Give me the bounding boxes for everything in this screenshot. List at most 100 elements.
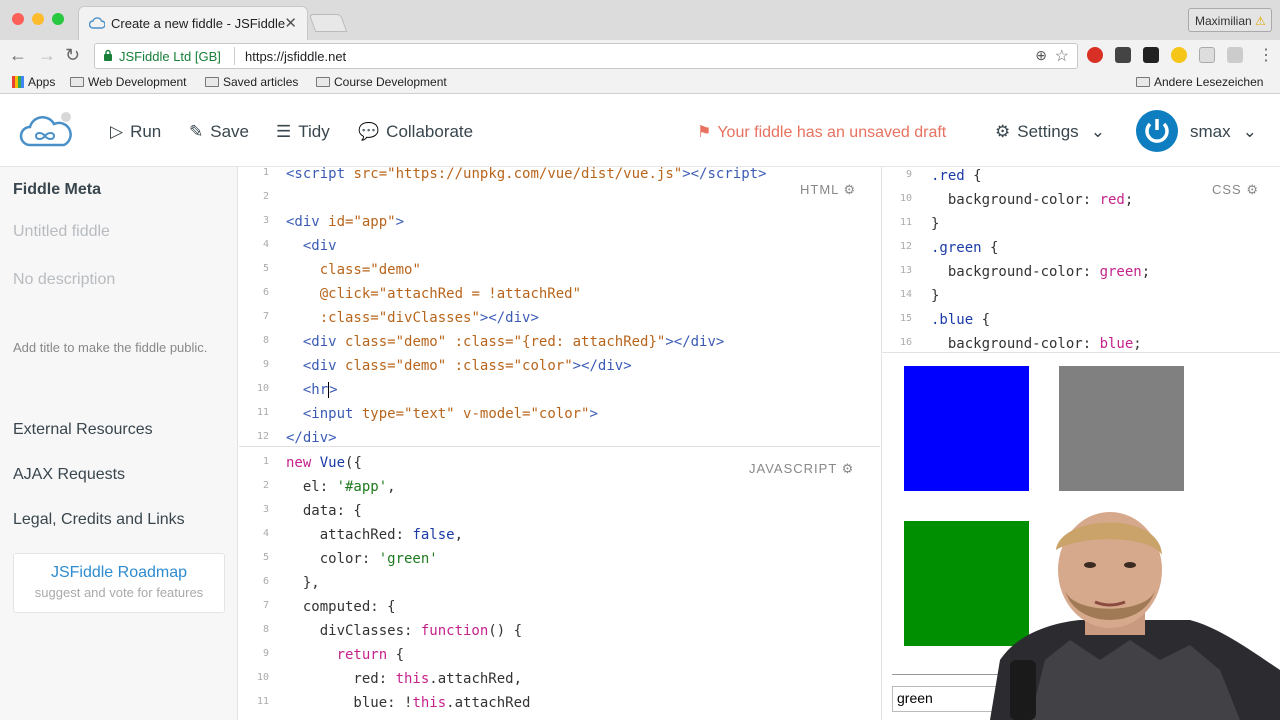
line-number: 11 [256,696,269,707]
unsaved-draft-notice[interactable]: ⚑ Your fiddle has an unsaved draft [697,122,946,142]
lines-icon: ☰ [276,122,292,141]
settings-label: Settings [1017,122,1079,141]
run-button[interactable]: ▷ Run [110,122,161,142]
fiddle-title-input[interactable]: Untitled fiddle [13,223,110,241]
line-number: 10 [256,383,269,394]
line-number: 16 [899,337,912,348]
tab-close-icon[interactable]: ✕ [284,14,297,32]
line-number: 5 [262,552,269,563]
html-code[interactable]: <script src="https://unpkg.com/vue/dist/… [286,162,766,450]
line-number: 5 [262,263,269,274]
settings-button[interactable]: ⚙ Settings ⌄ [995,122,1105,142]
jsfiddle-logo-icon[interactable] [18,111,74,153]
save-label: Save [210,122,249,141]
menu-icon[interactable]: ⋮ [1258,45,1274,65]
fiddle-description-input[interactable]: No description [13,271,115,289]
css-editor[interactable]: 9 10 11 12 13 14 15 16 CSS ⚙ .red { background-… [881,167,1280,353]
tidy-label: Tidy [298,122,330,141]
sidebar-item-legal[interactable]: Legal, Credits and Links [13,511,185,529]
power-icon [1145,119,1169,143]
extension-icon[interactable] [1171,47,1187,63]
profile-name: Maximilian [1195,14,1252,28]
tidy-button[interactable]: ☰ Tidy [276,122,330,142]
html-editor[interactable]: 1 2 3 4 5 6 7 8 9 10 11 12 HTML ⚙ <script src="http… [239,166,880,446]
line-number: 14 [899,289,912,300]
jsfiddle-header: ▷ Run ✎ Save ☰ Tidy 💬 Collaborate ⚑ Your fidd… [0,95,1280,167]
url-text[interactable]: https://jsfiddle.net [245,49,346,64]
gear-icon[interactable]: ⚙ [1246,182,1259,197]
warning-icon: ⚠ [1255,14,1266,28]
bookmark-course-development[interactable]: Course Development [316,75,447,89]
gear-icon[interactable]: ⚙ [844,182,857,197]
line-number: 10 [256,672,269,683]
line-number: 12 [256,431,269,442]
save-button[interactable]: ✎ Save [189,122,249,142]
zoom-icon[interactable]: ⊕ [1035,47,1047,64]
address-bar[interactable]: JSFiddle Ltd [GB] https://jsfiddle.net ⊕… [94,43,1078,69]
sidebar-item-external-resources[interactable]: External Resources [13,421,153,439]
bookmark-label: Apps [28,75,56,89]
play-icon: ▷ [110,122,124,141]
lock-icon [104,49,112,61]
bookmark-apps[interactable]: Apps [12,75,55,89]
bookmark-star-icon[interactable]: ☆ [1055,46,1069,66]
profile-button[interactable]: Maximilian ⚠ [1188,8,1272,32]
js-panel-label: JAVASCRIPT ⚙ [749,461,854,477]
back-icon[interactable]: ← [9,46,27,64]
fiddle-meta-sidebar: Fiddle Meta Untitled fiddle No descripti… [0,167,238,720]
folder-icon [70,77,84,87]
line-number: 1 [262,456,269,467]
folder-icon [316,77,330,87]
roadmap-title: JSFiddle Roadmap [50,564,188,581]
forward-icon[interactable]: → [38,46,56,64]
line-number: 4 [262,239,269,250]
line-number: 1 [262,167,269,178]
css-code[interactable]: .red { background-color: red; } .green {… [931,164,1150,356]
avatar[interactable] [1136,110,1178,152]
zoom-window-button[interactable] [52,13,64,25]
new-tab-button[interactable] [308,14,348,32]
bookmark-web-development[interactable]: Web Development [70,75,187,89]
extension-icon[interactable] [1115,47,1131,63]
sidebar-title: Fiddle Meta [13,181,102,198]
demo-box[interactable] [1059,366,1184,491]
javascript-editor[interactable]: 1 2 3 4 5 6 7 8 9 10 11 JAVASCRIPT ⚙ new Vue({ el:… [239,446,880,720]
line-number: 9 [262,359,269,370]
roadmap-card[interactable]: JSFiddle Roadmap suggest and vote for fe… [13,553,225,613]
extension-icon[interactable] [1199,47,1215,63]
line-number: 9 [262,648,269,659]
line-number: 15 [899,313,912,324]
line-number: 3 [262,215,269,226]
extension-icon[interactable] [1143,47,1159,63]
bookmark-saved-articles[interactable]: Saved articles [205,75,298,89]
sidebar-item-ajax-requests[interactable]: AJAX Requests [13,466,125,484]
line-number: 8 [262,624,269,635]
line-number: 12 [899,241,912,252]
gear-icon[interactable]: ⚙ [842,461,855,476]
user-menu[interactable]: smax ⌄ [1190,122,1257,142]
collaborate-button[interactable]: 💬 Collaborate [358,122,473,142]
bookmark-label: Andere Lesezeichen [1154,75,1264,89]
collaborate-label: Collaborate [386,122,474,141]
bookmark-other[interactable]: Andere Lesezeichen [1136,75,1263,89]
demo-box[interactable] [904,366,1029,491]
extension-icon[interactable] [1087,47,1103,63]
browser-tab-active[interactable]: Create a new fiddle - JSFiddle ✕ [78,6,308,40]
chevron-down-icon: ⌄ [1090,122,1105,141]
line-number: 8 [262,335,269,346]
javascript-code[interactable]: new Vue({ el: '#app', data: { attachRed:… [286,451,530,715]
folder-icon [205,77,219,87]
html-panel-label: HTML ⚙ [800,182,856,198]
line-number: 11 [899,217,912,228]
js-label-text: JAVASCRIPT [749,461,838,476]
minimize-window-button[interactable] [32,13,44,25]
extension-icon[interactable] [1227,47,1243,63]
pencil-icon: ✎ [189,122,204,141]
reload-icon[interactable]: ↻ [65,46,80,64]
close-window-button[interactable] [12,13,24,25]
line-number: 2 [262,480,269,491]
site-identity: JSFiddle Ltd [GB] [119,49,221,64]
line-number: 7 [262,311,269,322]
line-number: 2 [262,191,269,202]
run-label: Run [130,122,162,141]
